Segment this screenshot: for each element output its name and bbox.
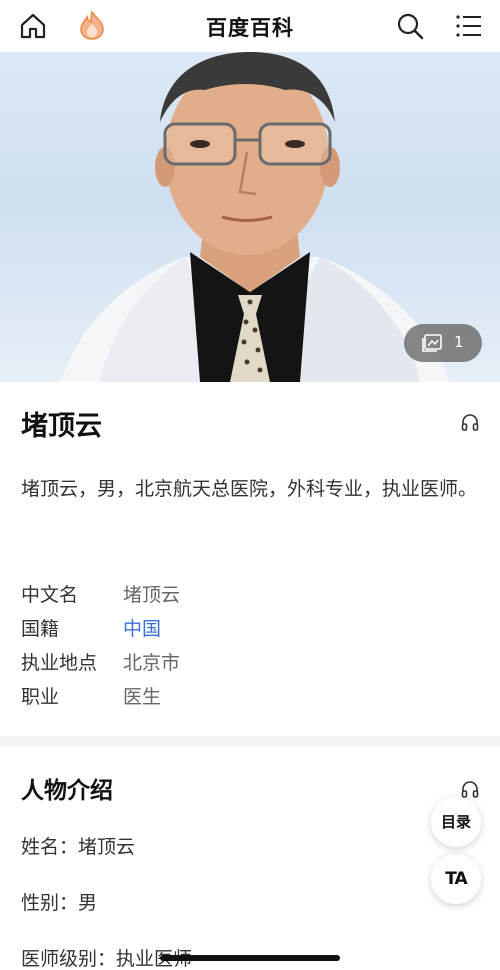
info-value: 堵顶云 [123,584,181,606]
info-value: 北京市 [123,652,181,674]
info-label: 执业地点 [21,652,98,674]
search-icon[interactable] [395,11,425,41]
home-indicator [160,955,340,961]
headphones-icon[interactable] [460,779,480,799]
bio-line: 姓名：堵顶云 [21,836,136,858]
section-title: 人物介绍 [21,778,113,804]
font-size-button[interactable]: TA [431,854,481,904]
bio-line: 性别：男 [21,892,98,914]
menu-icon[interactable] [455,13,483,39]
info-value-link[interactable]: 中国 [123,614,161,644]
table-of-contents-button[interactable]: 目录 [431,797,481,847]
info-value: 医生 [123,686,162,708]
headphones-icon[interactable] [460,412,480,432]
info-label: 国籍 [21,618,60,640]
entry-name: 堵顶云 [21,411,102,442]
gallery-icon [422,334,442,352]
top-nav-bar: 百度百科 [0,0,500,52]
photo-count: 1 [454,333,464,351]
hero-photo[interactable]: 1 [0,52,500,382]
entry-summary: 堵顶云，男，北京航天总医院，外科专业，执业医师。 [21,478,478,500]
info-label: 中文名 [21,584,79,606]
info-label: 职业 [21,686,60,708]
photo-count-button[interactable]: 1 [404,324,482,362]
section-divider [0,736,500,746]
page-title: 百度百科 [206,16,294,40]
